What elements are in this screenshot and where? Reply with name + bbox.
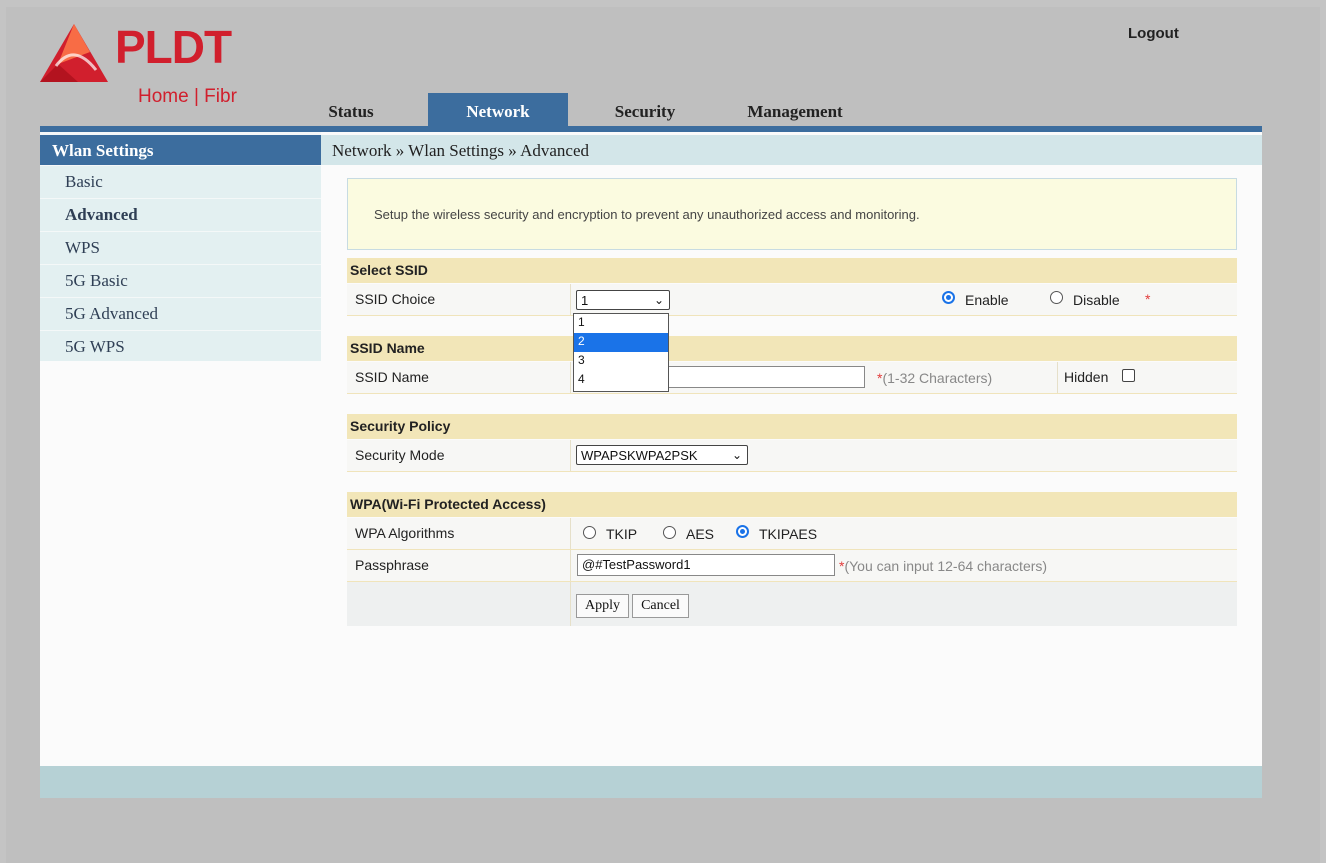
security-mode-select[interactable]: WPAPSKWPA2PSK ⌄ [576,445,748,465]
info-notice: Setup the wireless security and encrypti… [347,178,1237,250]
logout-link[interactable]: Logout [1128,25,1179,42]
row-ssid-choice: SSID Choice 1 ⌄ Enable Disable * [347,284,1237,316]
tkipaes-label: TKIPAES [759,526,818,542]
sidebar-item-5g-basic[interactable]: 5G Basic [40,265,321,298]
enable-label: Enable [965,292,1009,308]
wpa-algorithms-label: WPA Algorithms [355,525,455,541]
tab-network[interactable]: Network [428,93,568,126]
dropdown-option[interactable]: 1 [574,314,668,333]
row-security-mode: Security Mode WPAPSKWPA2PSK ⌄ [347,440,1237,472]
section-select-ssid: Select SSID [347,258,1237,283]
enable-radio[interactable] [942,291,955,304]
sidebar-item-5g-advanced[interactable]: 5G Advanced [40,298,321,331]
sidebar-item-5g-wps[interactable]: 5G WPS [40,331,321,364]
disable-radio[interactable] [1050,291,1063,304]
row-passphrase: Passphrase @#TestPassword1 *(You can inp… [347,550,1237,582]
hidden-checkbox[interactable] [1122,369,1135,382]
section-security-policy: Security Policy [347,414,1237,439]
pldt-logo-icon [40,24,108,82]
sidebar-item-basic[interactable]: Basic [40,166,321,199]
breadcrumb: Network » Wlan Settings » Advanced [321,135,1262,165]
security-mode-label: Security Mode [355,447,445,463]
ssid-name-label: SSID Name [355,369,429,385]
dropdown-option-highlighted[interactable]: 2 [574,333,668,352]
tab-status[interactable]: Status [321,93,381,126]
row-wpa-algorithms: WPA Algorithms TKIP AES TKIPAES [347,518,1237,550]
chevron-down-icon: ⌄ [731,448,742,462]
passphrase-label: Passphrase [355,557,429,573]
passphrase-input[interactable]: @#TestPassword1 [577,554,835,576]
aes-label: AES [686,526,715,542]
sidebar-item-wps[interactable]: WPS [40,232,321,265]
row-ssid-name: SSID Name *(1-32 Characters) Hidden [347,362,1237,394]
ssid-choice-label: SSID Choice [355,291,436,307]
ssid-choice-select[interactable]: 1 ⌄ [576,290,670,310]
dropdown-option[interactable]: 3 [574,352,668,371]
brand-name: PLDT [115,21,232,73]
tkip-radio[interactable] [583,526,596,539]
sidebar: Wlan Settings Basic Advanced WPS 5G Basi… [40,132,321,766]
sidebar-empty-area [40,361,321,766]
tab-security[interactable]: Security [600,93,690,126]
hidden-label: Hidden [1064,369,1109,385]
sidebar-item-advanced[interactable]: Advanced [40,199,321,232]
chevron-down-icon: ⌄ [653,293,664,307]
tab-management[interactable]: Management [730,93,860,126]
aes-radio[interactable] [663,526,676,539]
cancel-button[interactable]: Cancel [632,594,689,618]
tkipaes-radio[interactable] [736,525,749,538]
main-content: Network » Wlan Settings » Advanced Setup… [321,132,1262,766]
sidebar-title: Wlan Settings [40,135,321,165]
section-wpa: WPA(Wi-Fi Protected Access) [347,492,1237,517]
passphrase-hint: *(You can input 12-64 characters) [839,558,1048,574]
apply-button[interactable]: Apply [576,594,629,618]
tkip-label: TKIP [606,526,638,542]
dropdown-option[interactable]: 4 [574,371,668,390]
required-mark: * [1145,291,1151,307]
ssid-name-hint: *(1-32 Characters) [877,370,993,386]
disable-label: Disable [1073,292,1120,308]
ssid-choice-dropdown-list: 1 2 3 4 [573,313,669,392]
section-ssid-name: SSID Name [347,336,1237,361]
row-actions: Apply Cancel [347,582,1237,626]
footer-bar [40,766,1262,798]
brand-subtitle: Home | Fibr [138,86,237,107]
